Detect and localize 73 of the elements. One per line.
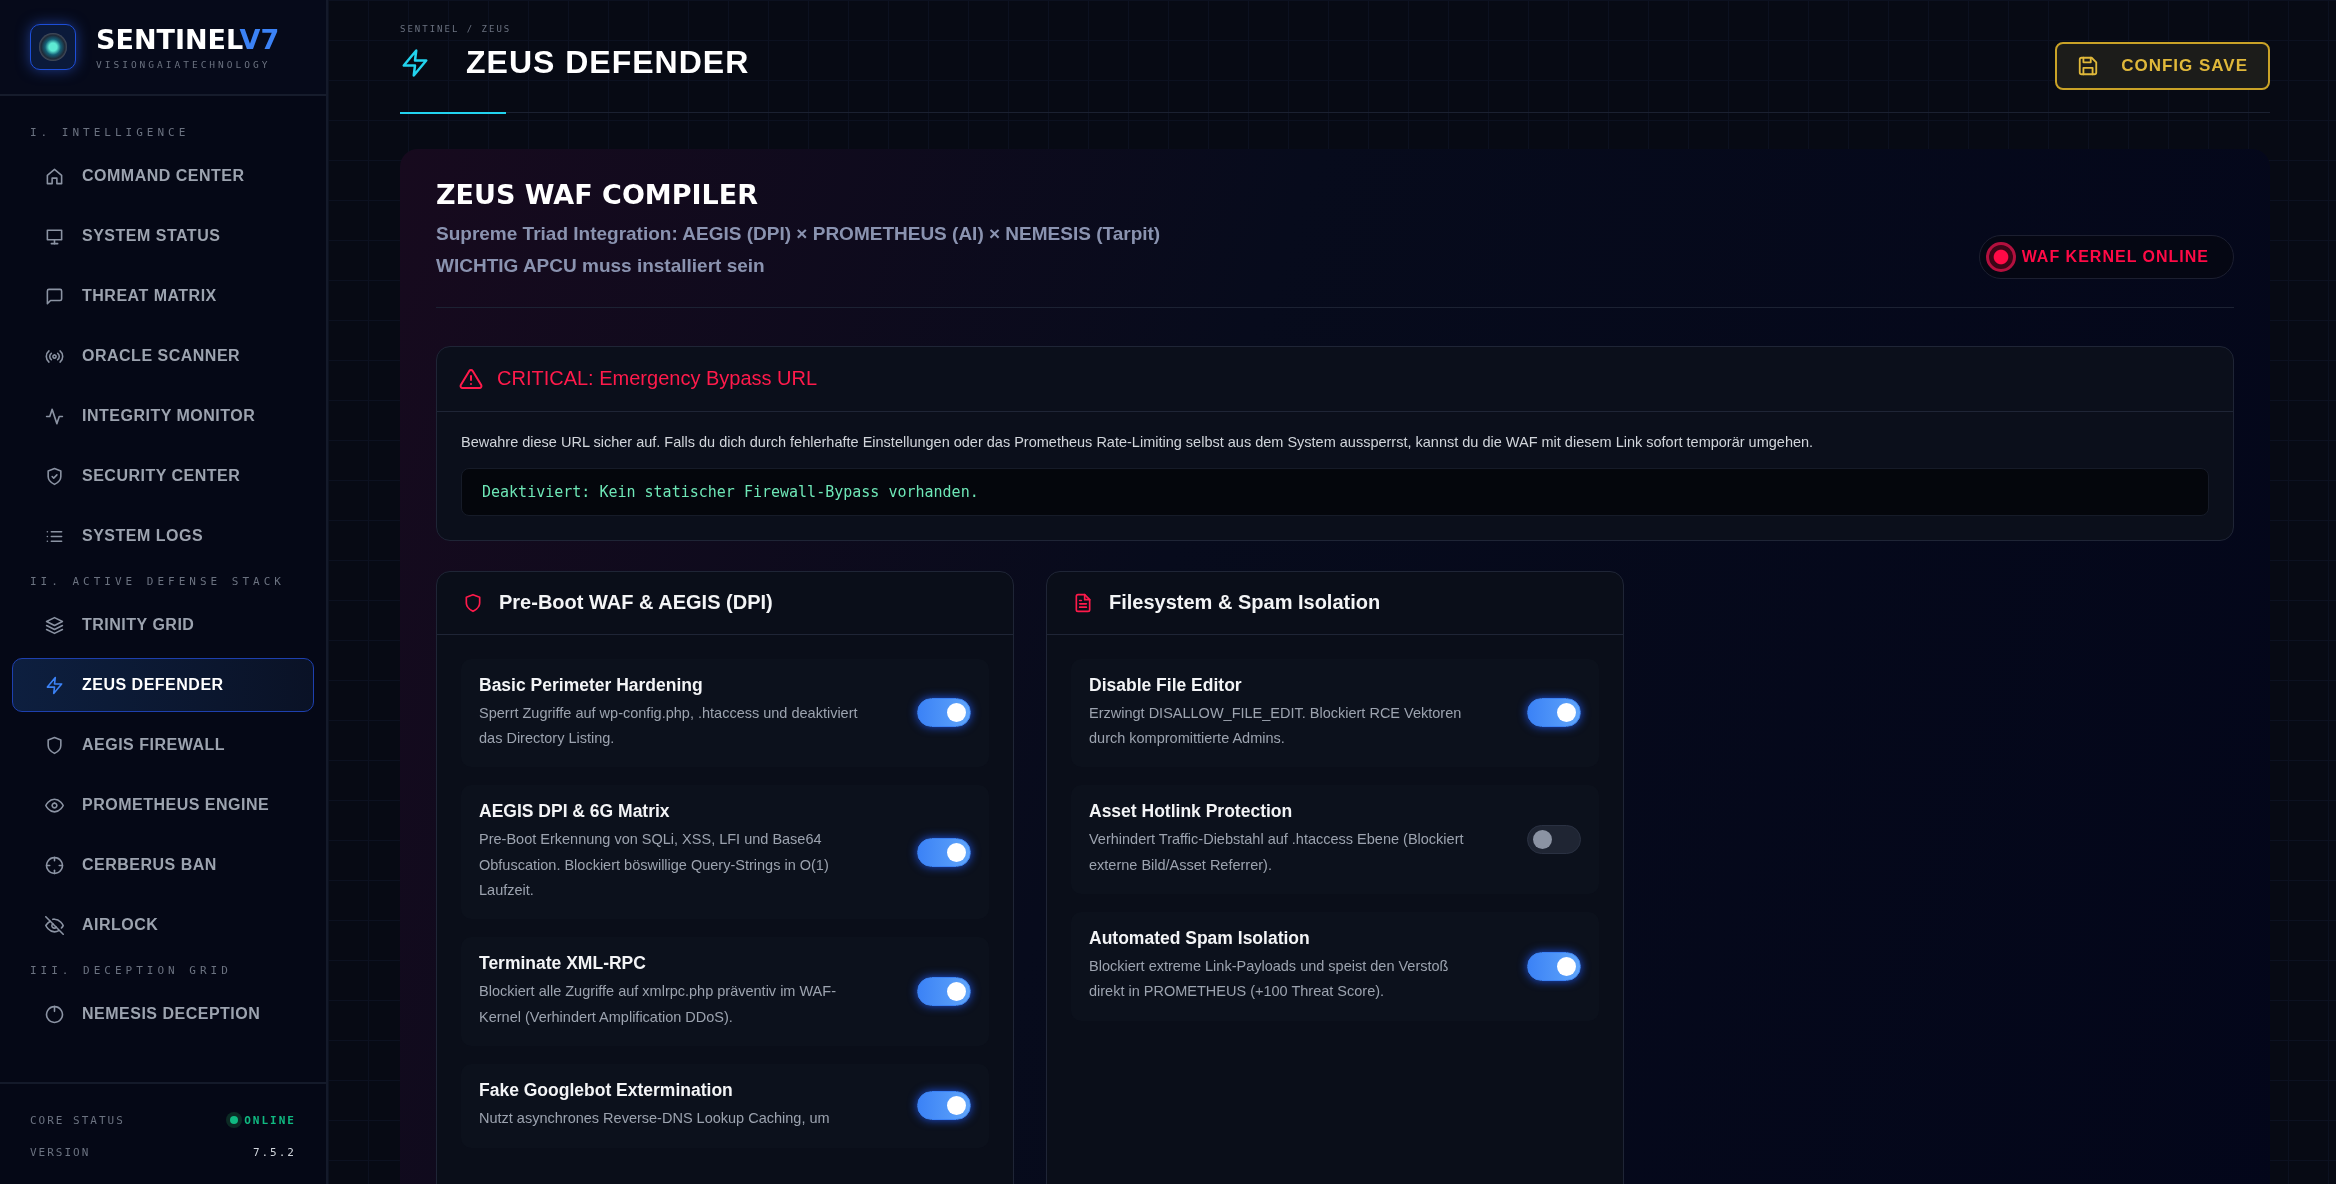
shield-icon (463, 592, 483, 613)
nav-item[interactable]: COMMAND CENTER (12, 149, 314, 203)
setting-title: Terminate XML-RPC (479, 953, 647, 975)
toggle-switch[interactable] (1527, 698, 1581, 728)
layers-icon (45, 615, 64, 635)
toggle-switch[interactable] (917, 698, 971, 728)
setting-title: Automated Spam Isolation (1089, 928, 1311, 950)
shield-icon (45, 735, 64, 755)
eye-icon (45, 795, 64, 815)
monitor-icon (45, 226, 64, 246)
kernel-status-badge: WAF KERNEL ONLINE (1978, 234, 2234, 279)
nav-item[interactable]: TRINITY GRID (12, 598, 314, 652)
toggle-switch[interactable] (1527, 825, 1581, 855)
setting-title: Basic Perimeter Hardening (479, 674, 704, 696)
card-title: ZEUS WAF COMPILER (436, 179, 759, 210)
config-save-button[interactable]: CONFIG SAVE (2055, 42, 2270, 90)
nav-item[interactable]: PROMETHEUS ENGINE (12, 778, 314, 832)
alert-text: Bewahre diese URL sicher auf. Falls du dich durch fehlerhafte Einstellungen oder das Prometheus Rate-Limiting selbst aus dem System aussperrst, kannst du die WAF mit diesem Link sofort temporär umgehen. (461, 433, 1815, 450)
page-title: ZEUS DEFENDER (466, 44, 750, 81)
shield-check-icon (45, 466, 64, 486)
warning-icon (459, 366, 483, 391)
nav-item[interactable]: SECURITY CENTER (12, 449, 314, 503)
panel-title: Filesystem & Spam Isolation (1109, 591, 1381, 615)
crosshair-icon (45, 855, 64, 875)
toggle-switch[interactable] (917, 837, 971, 867)
setting-title: AEGIS DPI & 6G Matrix (479, 801, 671, 823)
panel-title: Pre-Boot WAF & AEGIS (DPI) (499, 591, 773, 615)
setting-description: Blockiert alle Zugriffe auf xmlrpc.php präventiv im WAF-Kernel (Verhindert Amplification DDoS). (479, 982, 837, 1027)
document-icon (1073, 592, 1093, 613)
nav-item[interactable]: AIRLOCK (12, 898, 314, 952)
nav-item[interactable]: SYSTEM STATUS (12, 209, 314, 263)
nav-item[interactable]: ORACLE SCANNER (12, 329, 314, 383)
chat-bubble-icon (45, 286, 64, 306)
code-block: Deaktiviert: Kein statischer Firewall-Bypass vorhanden. (461, 467, 2209, 516)
lightning-icon (400, 47, 430, 78)
setting-description: Pre-Boot Erkennung von SQLi, XSS, LFI und Base64 Obfuscation. Blockiert böswillige Query-Strings in O(1) Laufzeit. (479, 830, 830, 901)
footer-value: 7.5.2 (252, 1145, 296, 1159)
setting-description: Nutzt asynchrones Reverse-DNS Lookup Caching, um (479, 1109, 831, 1129)
card-note: WICHTIG APCU muss installiert sein (436, 254, 766, 279)
nav-item[interactable]: SYSTEM LOGS (12, 509, 314, 563)
section-heading: III. DECEPTION GRID (29, 963, 233, 979)
setting-title: Fake Googlebot Extermination (479, 1080, 734, 1102)
toggle-switch[interactable] (917, 977, 971, 1007)
home-icon (45, 166, 64, 186)
logo-icon (30, 24, 76, 70)
card-subtitle: Supreme Triad Integration: AEGIS (DPI) × PROMETHEUS (AI) × NEMESIS (Tarpit) (436, 222, 1161, 246)
setting-description: Blockiert extreme Link-Payloads und speist den Verstoß direkt in PROMETHEUS (+100 Threat Score). (1089, 957, 1450, 1002)
setting-title: Asset Hotlink Protection (1089, 801, 1294, 823)
pulse-icon (45, 406, 64, 426)
lightning-icon (45, 675, 64, 695)
setting-description: Verhindert Traffic-Diebstahl auf .htaccess Ebene (Blockiert externe Bild/Asset Referrer). (1089, 830, 1465, 875)
breadcrumb: SENTINEL / ZEUS (400, 24, 513, 34)
footer-label: VERSION (30, 1145, 91, 1159)
eye-slash-icon (45, 915, 64, 935)
alert-title: CRITICAL: Emergency Bypass URL (497, 367, 818, 391)
nav-item[interactable]: THREAT MATRIX (12, 269, 314, 323)
setting-description: Sperrt Zugriffe auf wp-config.php, .htaccess und deaktiviert das Directory Listing. (479, 703, 859, 748)
nav-item[interactable]: AEGIS FIREWALL (12, 718, 314, 772)
nav-item[interactable]: CERBERUS BAN (12, 838, 314, 892)
setting-description: Erzwingt DISALLOW_FILE_EDIT. Blockiert RCE Vektoren durch kompromittierte Admins. (1089, 703, 1463, 748)
toggle-switch[interactable] (917, 1091, 971, 1121)
status-indicator: ONLINE (230, 1113, 296, 1127)
nav-item[interactable]: NEMESIS DECEPTION (12, 987, 314, 1041)
circle-icon (45, 1004, 64, 1024)
brand-tagline: VISIONGAIATECHNOLOGY (96, 59, 272, 70)
toggle-switch[interactable] (1527, 951, 1581, 981)
section-heading: I. INTELLIGENCE (29, 125, 191, 141)
brand-name: SENTINELV7 (96, 24, 280, 55)
section-heading: II. ACTIVE DEFENSE STACK (29, 574, 286, 590)
nav-item[interactable]: INTEGRITY MONITOR (12, 389, 314, 443)
setting-title: Disable File Editor (1089, 674, 1243, 696)
footer-label: CORE STATUS (30, 1113, 125, 1127)
nav-item[interactable]: ZEUS DEFENDER (12, 658, 314, 712)
